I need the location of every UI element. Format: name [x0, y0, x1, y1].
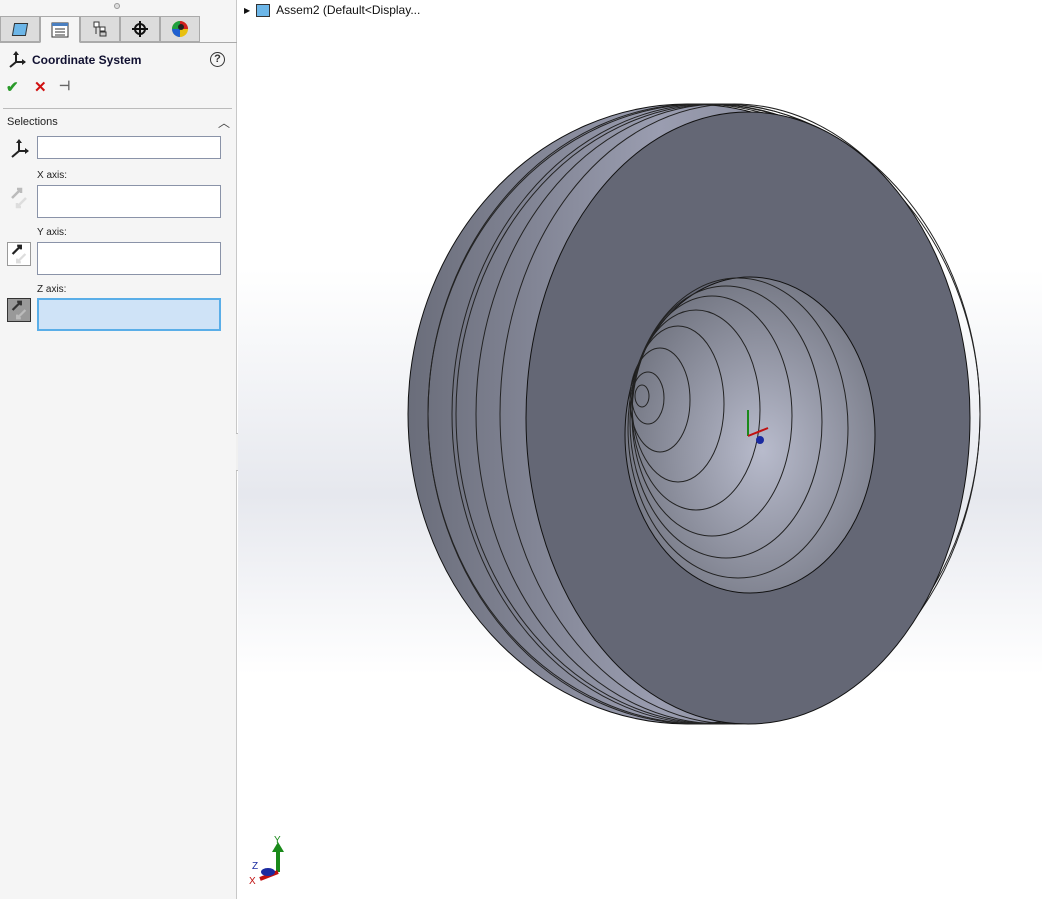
- triad-x-label: X: [249, 876, 256, 887]
- appearance-icon: [172, 21, 188, 37]
- panel-grip[interactable]: [114, 3, 120, 9]
- crosshair-icon: [132, 21, 148, 37]
- help-button[interactable]: ?: [210, 52, 225, 67]
- pin-button[interactable]: ⊣: [59, 78, 70, 94]
- tab-feature-manager[interactable]: [0, 16, 40, 42]
- reverse-z-direction-icon[interactable]: [7, 298, 31, 322]
- y-axis-field[interactable]: [37, 242, 221, 275]
- graphics-area[interactable]: ▶ Assem2 (Default<Display... Y Z X: [238, 0, 1042, 899]
- tab-display-manager[interactable]: [160, 16, 200, 42]
- tab-property-manager[interactable]: [40, 16, 80, 43]
- part-icon: [11, 22, 29, 36]
- property-manager-panel: Coordinate System ? ✔ ✕ ⊣ Selections ︿ X…: [0, 0, 237, 899]
- tab-dimxpert-manager[interactable]: [120, 16, 160, 42]
- z-axis-label: Z axis:: [37, 284, 67, 295]
- divider: [3, 108, 232, 109]
- origin-icon: [11, 139, 29, 158]
- x-axis-field[interactable]: [37, 185, 221, 218]
- cancel-button[interactable]: ✕: [34, 78, 47, 96]
- tree-icon: [93, 21, 107, 37]
- section-selections-header[interactable]: Selections: [7, 116, 58, 128]
- origin-field[interactable]: [37, 136, 221, 159]
- x-axis-label: X axis:: [37, 170, 68, 181]
- reverse-y-direction-icon[interactable]: [7, 242, 31, 266]
- coordinate-system-icon: [9, 51, 26, 68]
- list-icon: [51, 22, 69, 37]
- reverse-x-direction-icon[interactable]: [7, 186, 31, 210]
- triad-y-label: Y: [274, 835, 281, 846]
- chevron-up-icon[interactable]: ︿: [218, 114, 230, 131]
- ok-button[interactable]: ✔: [6, 78, 19, 96]
- triad-z-label: Z: [252, 861, 258, 872]
- page-title: Coordinate System: [32, 53, 142, 67]
- z-axis-field[interactable]: [37, 298, 221, 331]
- wheel-model[interactable]: Y Z X: [238, 0, 1042, 899]
- y-axis-label: Y axis:: [37, 227, 67, 238]
- manager-tabs: [0, 16, 237, 43]
- tab-configuration-manager[interactable]: [80, 16, 120, 42]
- view-triad: Y Z X: [249, 835, 284, 887]
